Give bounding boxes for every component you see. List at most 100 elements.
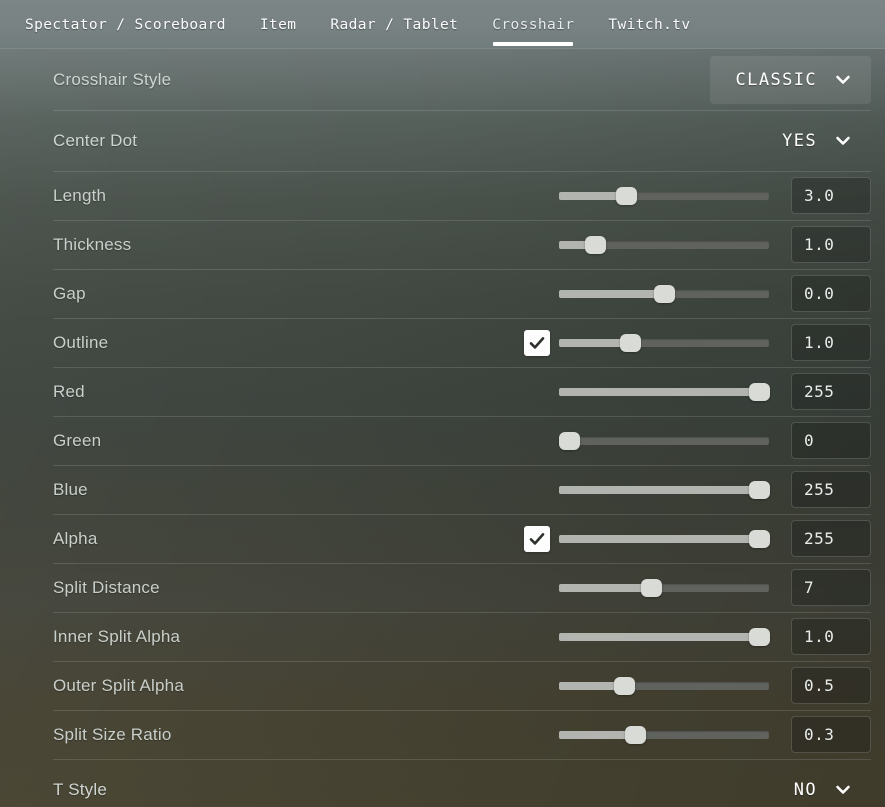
settings-row-green: Green 0 [0, 416, 885, 465]
slider-handle[interactable] [559, 431, 580, 450]
checkbox-placeholder [524, 232, 550, 258]
slider-thickness[interactable] [559, 234, 769, 256]
slider-outline[interactable] [559, 332, 769, 354]
checkbox-placeholder [524, 477, 550, 503]
row-label-crosshair-style: Crosshair Style [53, 69, 172, 89]
checkbox-placeholder [524, 379, 550, 405]
slider-fill [559, 583, 652, 592]
chevron-down-icon [833, 780, 853, 800]
chevron-down-icon [833, 70, 853, 90]
row-label-thickness: Thickness [53, 234, 132, 254]
slider-handle[interactable] [614, 676, 636, 695]
value-input-thickness[interactable]: 1.0 [791, 226, 871, 263]
row-label-green: Green [53, 430, 102, 450]
slider-handle[interactable] [616, 186, 638, 205]
tab-label: Crosshair [492, 16, 575, 33]
settings-row-split-size-ratio: Split Size Ratio 0.3 [0, 710, 885, 759]
checkbox-placeholder [524, 624, 550, 650]
slider-fill [559, 632, 769, 641]
checkbox-placeholder [524, 281, 550, 307]
checkbox-outline[interactable] [524, 329, 550, 356]
slider-handle[interactable] [749, 382, 770, 401]
row-label-alpha: Alpha [53, 528, 98, 548]
tab-label: Radar / Tablet [330, 16, 459, 33]
slider-inner-split-alpha[interactable] [559, 626, 770, 648]
settings-rows-list: Crosshair Style CLASSIC Center Dot YES Lengt… [0, 49, 885, 807]
slider-split-distance[interactable] [559, 577, 769, 599]
slider-handle[interactable] [641, 578, 663, 597]
row-label-outline: Outline [53, 332, 109, 352]
tab-twitch-tv[interactable]: Twitch.tv [591, 0, 707, 49]
slider-handle[interactable] [749, 627, 770, 646]
value-input-gap[interactable]: 0.0 [791, 275, 871, 312]
value-input-split-distance[interactable]: 7 [791, 569, 871, 606]
checkbox-alpha[interactable] [524, 525, 550, 552]
tab-label: Twitch.tv [608, 16, 691, 33]
settings-row-center-dot: Center Dot YES [0, 110, 885, 171]
checkbox-placeholder [524, 183, 550, 209]
slider-handle[interactable] [620, 333, 642, 352]
value-input-outline[interactable]: 1.0 [791, 324, 871, 361]
row-label-center-dot: Center Dot [53, 130, 138, 150]
slider-green[interactable] [559, 430, 769, 452]
settings-row-thickness: Thickness 1.0 [0, 220, 885, 269]
checkmark-icon [528, 530, 546, 548]
slider-fill [559, 289, 664, 298]
tab-crosshair[interactable]: Crosshair [475, 0, 591, 49]
value-input-outer-split-alpha[interactable]: 0.5 [791, 667, 871, 704]
crosshair-settings-panel: Spectator / Scoreboard Item Radar / Tablet… [0, 0, 885, 807]
dropdown-center-dot[interactable]: YES [756, 117, 871, 165]
slider-fill [559, 730, 635, 739]
settings-row-split-distance: Split Distance 7 [0, 563, 885, 612]
checkbox-placeholder [524, 428, 550, 454]
dropdown-t-style[interactable]: NO [768, 766, 871, 807]
settings-row-outline: Outline 1.0 [0, 318, 885, 367]
tab-spectator-scoreboard[interactable]: Spectator / Scoreboard [8, 0, 243, 49]
value-input-alpha[interactable]: 255 [791, 520, 871, 557]
row-label-outer-split-alpha: Outer Split Alpha [53, 675, 184, 695]
value-input-red[interactable]: 255 [791, 373, 871, 410]
slider-blue[interactable] [559, 479, 770, 501]
settings-row-inner-split-alpha: Inner Split Alpha 1.0 [0, 612, 885, 661]
row-label-gap: Gap [53, 283, 86, 303]
settings-row-gap: Gap 0.0 [0, 269, 885, 318]
slider-fill [559, 485, 769, 494]
slider-red[interactable] [559, 381, 770, 403]
slider-handle[interactable] [624, 725, 646, 744]
dropdown-crosshair-style[interactable]: CLASSIC [709, 55, 871, 104]
chevron-down-icon [833, 131, 853, 151]
checkbox-placeholder [524, 575, 550, 601]
settings-tab-bar: Spectator / Scoreboard Item Radar / Tablet… [0, 0, 885, 49]
slider-split-size-ratio[interactable] [559, 724, 769, 746]
slider-handle[interactable] [584, 235, 606, 254]
row-label-split-size-ratio: Split Size Ratio [53, 724, 172, 744]
value-input-split-size-ratio[interactable]: 0.3 [791, 716, 871, 753]
slider-fill [559, 534, 769, 543]
slider-handle[interactable] [749, 529, 770, 548]
value-input-length[interactable]: 3.0 [791, 177, 871, 214]
tab-radar-tablet[interactable]: Radar / Tablet [313, 0, 475, 49]
value-input-inner-split-alpha[interactable]: 1.0 [791, 618, 871, 655]
slider-length[interactable] [559, 185, 769, 207]
checkbox-placeholder [524, 722, 550, 748]
slider-handle[interactable] [749, 480, 770, 499]
row-label-t-style: T Style [53, 779, 107, 799]
slider-outer-split-alpha[interactable] [559, 675, 769, 697]
row-label-inner-split-alpha: Inner Split Alpha [53, 626, 181, 646]
settings-row-red: Red 255 [0, 367, 885, 416]
slider-track [559, 436, 769, 445]
slider-gap[interactable] [559, 283, 769, 305]
value-input-green[interactable]: 0 [791, 422, 871, 459]
value-input-blue[interactable]: 255 [791, 471, 871, 508]
checkmark-icon [528, 334, 546, 352]
row-label-red: Red [53, 381, 85, 401]
checkbox-placeholder [524, 673, 550, 699]
slider-handle[interactable] [654, 284, 675, 303]
slider-fill [559, 387, 769, 396]
settings-row-t-style: T Style NO [0, 759, 885, 807]
dropdown-value-crosshair-style: CLASSIC [735, 69, 817, 90]
slider-alpha[interactable] [559, 528, 770, 550]
tab-item[interactable]: Item [243, 0, 314, 49]
tab-label: Item [259, 16, 297, 33]
row-label-split-distance: Split Distance [53, 577, 160, 597]
